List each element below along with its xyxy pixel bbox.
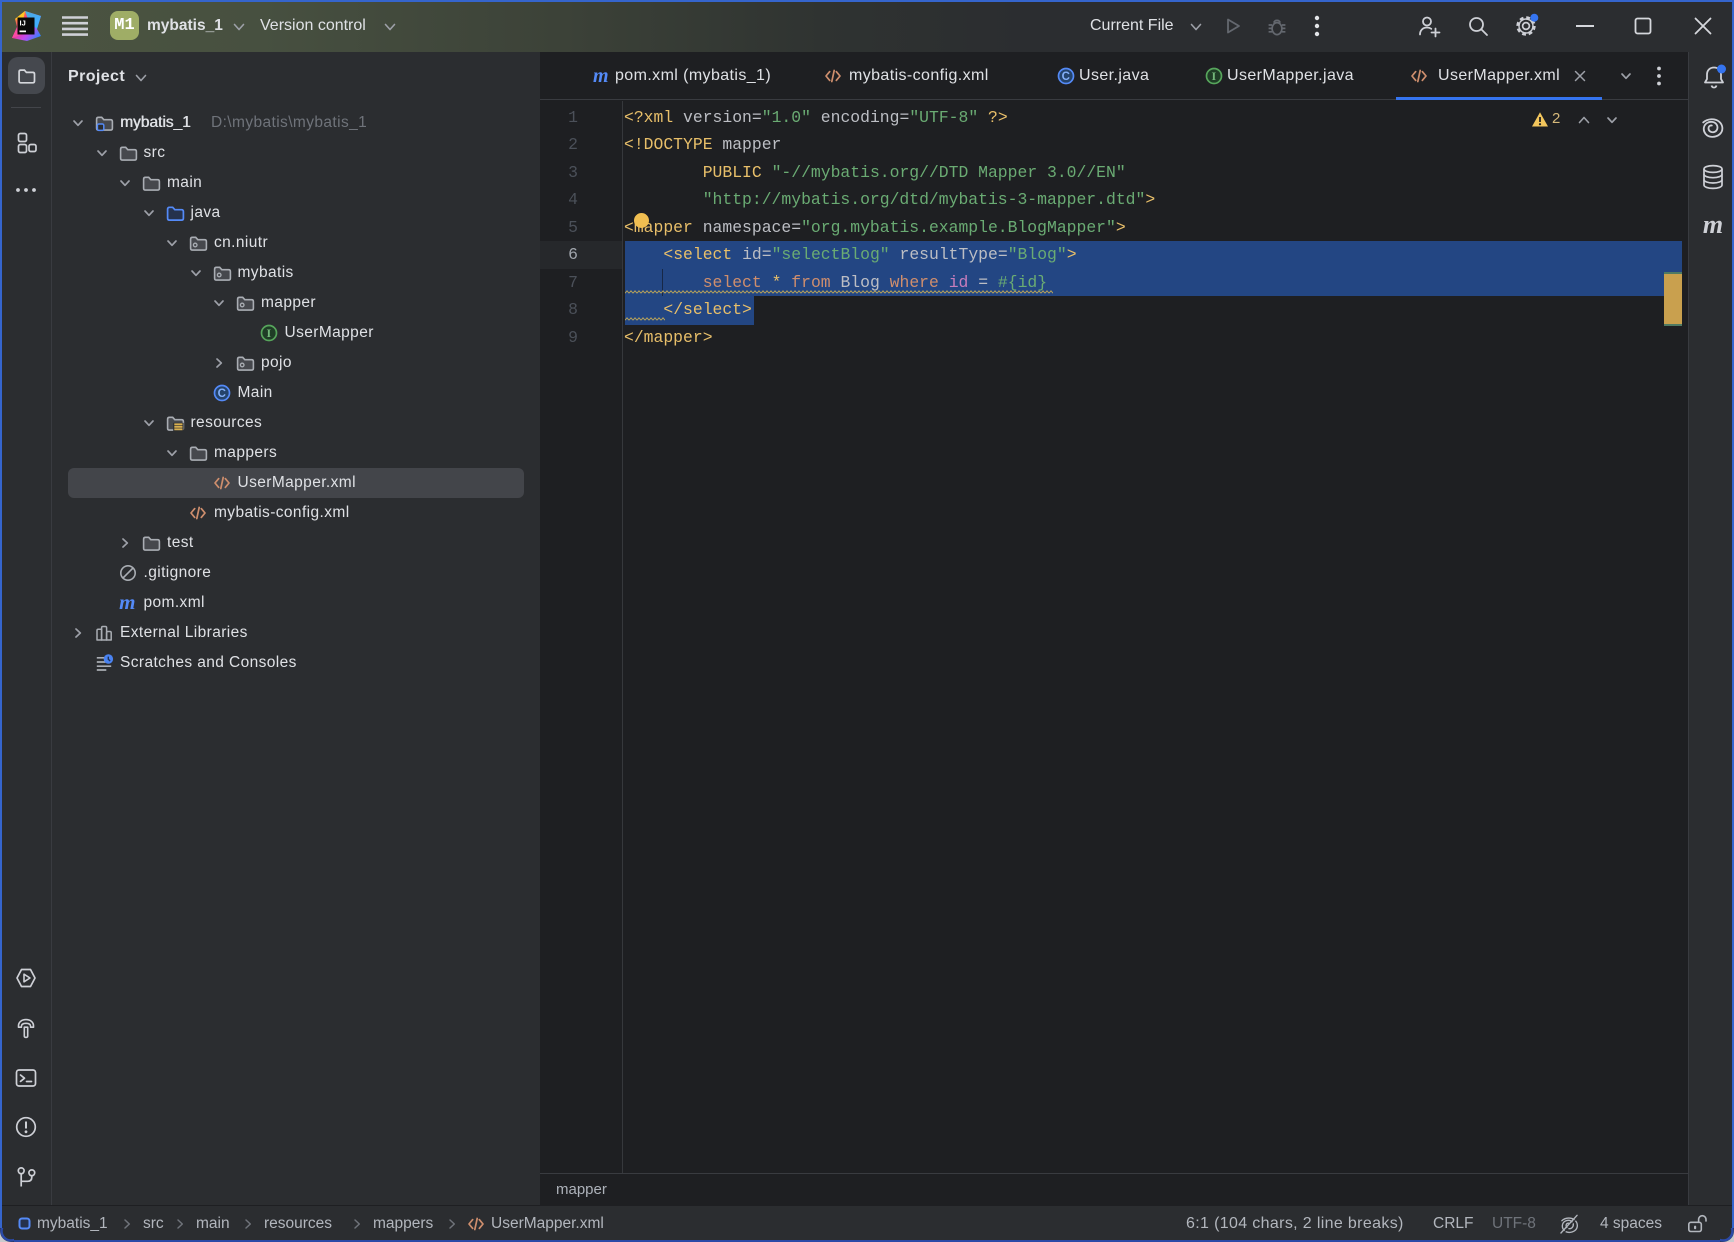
svg-text:IJ: IJ [20,19,26,28]
